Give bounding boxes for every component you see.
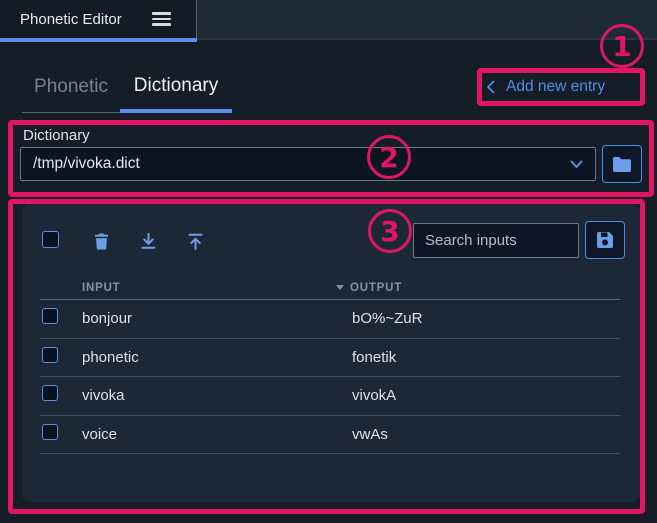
table-body: bonjour bO%~ZuR phonetic fonetik vivoka … — [40, 300, 620, 454]
tab-dictionary[interactable]: Dictionary — [120, 62, 232, 113]
trash-icon — [94, 233, 109, 250]
row-input: bonjour — [82, 310, 352, 327]
save-icon — [596, 231, 614, 249]
window-tab-phonetic-editor[interactable]: Phonetic Editor — [0, 0, 197, 38]
column-header-input[interactable]: INPUT — [82, 282, 352, 294]
sort-descending-icon — [336, 285, 344, 290]
save-dictionary-button[interactable] — [585, 221, 625, 259]
entries-panel: INPUT OUTPUT bonjour bO%~ZuR phonetic fo… — [22, 204, 640, 502]
row-output: bO%~ZuR — [352, 310, 620, 327]
table-row[interactable]: phonetic fonetik — [40, 339, 620, 378]
tab-phonetic-label: Phonetic — [34, 76, 108, 98]
table-header: INPUT OUTPUT — [40, 276, 620, 300]
delete-entries-button[interactable] — [88, 228, 114, 254]
column-header-output[interactable]: OUTPUT — [336, 282, 620, 294]
phonetic-editor-window: Phonetic Editor Phonetic Dictionary Add … — [0, 0, 657, 523]
folder-icon — [612, 156, 632, 172]
row-output: fonetik — [352, 349, 620, 366]
row-input: phonetic — [82, 349, 352, 366]
upload-entries-button[interactable] — [182, 228, 208, 254]
row-output: vivokA — [352, 387, 620, 404]
add-new-entry-label: Add new entry — [506, 78, 605, 96]
dictionary-field-label: Dictionary — [23, 127, 90, 144]
download-icon — [141, 233, 156, 250]
row-checkbox[interactable] — [42, 424, 58, 440]
upload-icon — [188, 233, 203, 250]
view-tab-bar: Phonetic Dictionary — [22, 62, 232, 113]
dictionary-path-value: /tmp/vivoka.dict — [33, 155, 570, 173]
tab-phonetic[interactable]: Phonetic — [22, 62, 120, 113]
dictionary-path-select[interactable]: /tmp/vivoka.dict — [20, 147, 596, 181]
title-bar-divider — [197, 38, 657, 40]
title-bar: Phonetic Editor — [0, 0, 657, 38]
window-title: Phonetic Editor — [20, 11, 122, 28]
search-input[interactable] — [413, 223, 579, 258]
select-all-checkbox[interactable] — [42, 231, 59, 248]
download-entries-button[interactable] — [135, 228, 161, 254]
table-row[interactable]: voice vwAs — [40, 416, 620, 455]
column-header-output-label: OUTPUT — [350, 282, 402, 294]
table-row[interactable]: vivoka vivokA — [40, 377, 620, 416]
active-window-tab-indicator — [0, 38, 197, 42]
row-checkbox[interactable] — [42, 385, 58, 401]
row-checkbox[interactable] — [42, 347, 58, 363]
chevron-down-icon — [570, 160, 583, 169]
tab-dictionary-label: Dictionary — [134, 75, 218, 97]
add-new-entry-button[interactable]: Add new entry — [486, 73, 605, 101]
table-row[interactable]: bonjour bO%~ZuR — [40, 300, 620, 339]
hamburger-menu-icon[interactable] — [152, 12, 171, 26]
open-dictionary-file-button[interactable] — [602, 145, 642, 183]
row-input: voice — [82, 426, 352, 443]
row-output: vwAs — [352, 426, 620, 443]
chevron-left-icon — [486, 80, 495, 94]
row-input: vivoka — [82, 387, 352, 404]
row-checkbox[interactable] — [42, 308, 58, 324]
